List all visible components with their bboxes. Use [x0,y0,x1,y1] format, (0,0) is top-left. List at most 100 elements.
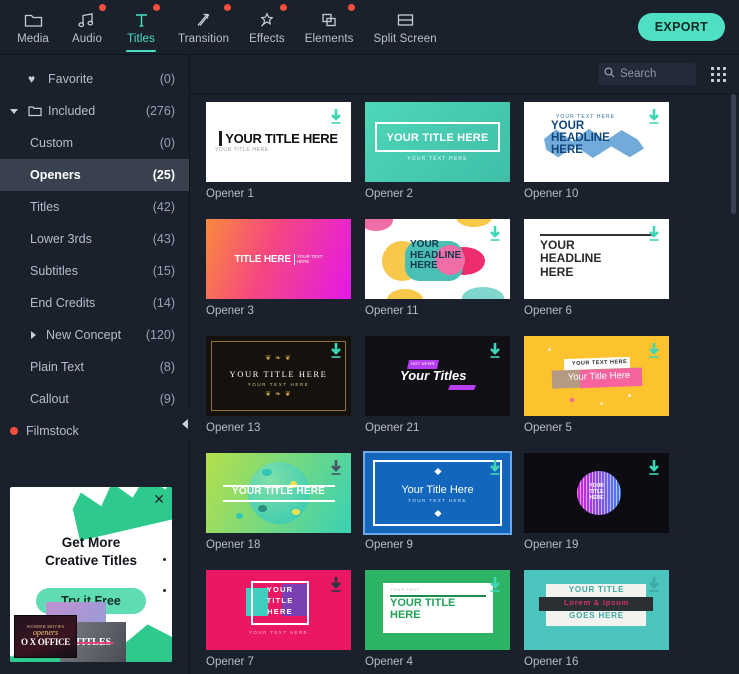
notification-badge-icon [348,4,356,11]
thumbnail[interactable]: YOUR TITLE HERE [524,453,669,533]
library-item[interactable]: YOUR TITLE HERE YOUR TEXT HERE Opener 7 [206,570,351,674]
sidebar-item-end-credits[interactable]: End Credits (14) [0,287,189,319]
thumbnail[interactable]: YOUR TITLE Lorem & Ipsum GOES HERE [524,570,669,650]
scrollbar-thumb[interactable] [731,94,736,214]
library-item[interactable]: YOUR TITLE HERE YOUR TEXT HERE Opener 2 [365,102,510,219]
thumb-subtitle: YOUR TEXT HERE [247,382,310,387]
toolbar-tab-media[interactable]: Media [6,2,60,52]
download-icon[interactable] [328,576,344,594]
promo-carousel-dots[interactable] [163,558,166,620]
toolbar-tab-effects[interactable]: Effects [239,2,295,52]
sidebar-item-label: Favorite [48,72,94,86]
toolbar-tab-elements[interactable]: Elements [295,2,364,52]
library-item[interactable]: HOT NEWS Your Titles Opener 21 [365,336,510,453]
item-caption: Opener 11 [365,305,419,317]
toolbar-tab-label: Effects [249,32,285,45]
thumb-subtitle: YOUR TEXT HERE [293,253,323,265]
sidebar-item-lower-3rds[interactable]: Lower 3rds (43) [0,223,189,255]
sidebar-item-label: New Concept [46,328,122,342]
download-icon[interactable] [646,459,662,477]
sidebar-item-favorite[interactable]: ♥ Favorite (0) [0,63,189,95]
download-icon[interactable] [487,459,503,477]
close-icon[interactable]: ✕ [153,492,165,506]
thumbnail[interactable]: YOUR TITLE HERE YOUR TEXT HERE [365,102,510,182]
collapse-panel-arrow[interactable] [179,411,190,437]
sidebar-item-count: (9) [159,392,175,406]
library-item[interactable]: YOUR HEADLINE HERE Opener 6 [524,219,669,336]
library-item[interactable]: YOUR TEXT HERE Your Title Here Opener 5 [524,336,669,453]
item-caption: Opener 21 [365,422,420,434]
download-icon[interactable] [646,576,662,594]
sidebar-item-plain-text[interactable]: Plain Text (8) [0,351,189,383]
chevron-right-icon[interactable] [10,331,40,339]
toolbar-tab-transition[interactable]: Transition [168,2,239,52]
sidebar-item-label: Custom [30,136,74,150]
chevron-down-icon[interactable] [10,108,28,114]
sidebar-item-label: Filmstock [26,424,79,438]
thumbnail[interactable]: ❦ ❧ ❦ ❦ ❧ ❦ YOUR TITLE HERE YOUR TEXT HE… [206,336,351,416]
toolbar-tab-label: Titles [127,32,155,45]
item-caption: Opener 2 [365,188,413,200]
sidebar-item-titles[interactable]: Titles (42) [0,191,189,223]
download-icon[interactable] [646,108,662,126]
thumbnail[interactable]: YOUR TITLE HERE [206,453,351,533]
search-input[interactable]: Search [598,63,696,85]
toolbar-tab-label: Elements [304,32,354,45]
download-icon[interactable] [487,576,503,594]
library-item[interactable]: YOUR TEXT HERE YOUR HEADLINE HERE Opener 1… [524,102,669,219]
download-icon[interactable] [487,225,503,243]
promo-thumb-1: WONDER MOVIES openers O X OFFICE [14,615,77,658]
library-item[interactable]: YOUR TITLE HERE Opener 19 [524,453,669,570]
sidebar-item-label: Openers [30,168,81,182]
item-caption: Opener 10 [524,188,579,200]
thumbnail[interactable]: YOUR TEXT HERE YOUR HEADLINE HERE [524,102,669,182]
sidebar-item-subtitles[interactable]: Subtitles (15) [0,255,189,287]
grid-view-icon[interactable] [708,64,729,85]
library-item-selected[interactable]: Your Title Here YOUR TEXT HERE Opener 9 [363,451,512,570]
library-item[interactable]: YOUR HEADLINE HERE Opener 11 [365,219,510,336]
download-icon[interactable] [646,225,662,243]
thumbnail[interactable]: YOUR TEXT YOUR TITLE HERE [365,570,510,650]
download-icon[interactable] [328,459,344,477]
sidebar-item-openers[interactable]: Openers (25) [0,159,189,191]
library-item[interactable]: YOUR TITLE HERE YOUR TITLE HERE Opener 1 [206,102,351,219]
export-button[interactable]: EXPORT [637,13,725,41]
library-item[interactable]: ❦ ❧ ❦ ❦ ❧ ❦ YOUR TITLE HERE YOUR TEXT HE… [206,336,351,453]
thumbnail[interactable]: YOUR TITLE HERE YOUR TITLE HERE [206,102,351,182]
promo-banner[interactable]: ✕ Get More Creative Titles Try it Free T… [10,487,172,662]
download-icon[interactable] [487,342,503,360]
thumbnail[interactable]: YOUR TITLE HERE YOUR TEXT HERE [206,570,351,650]
thumbnail[interactable]: YOUR TEXT HERE Your Title Here [524,336,669,416]
sidebar-item-callout[interactable]: Callout (9) [0,383,189,415]
search-icon [604,65,615,83]
sidebar-item-filmstock[interactable]: Filmstock [0,415,189,447]
download-icon[interactable] [646,342,662,360]
thumb-title: YOUR TITLE HERE [225,131,338,146]
toolbar-tab-titles[interactable]: Titles [114,2,168,52]
library-item[interactable]: TITLE HERE YOUR TEXT HERE Opener 3 [206,219,351,336]
library-item[interactable]: YOUR TITLE HERE Opener 18 [206,453,351,570]
sidebar-item-included[interactable]: Included (276) [0,95,189,127]
notification-badge-icon [279,4,287,11]
thumbnail[interactable]: Your Title Here YOUR TEXT HERE [363,451,512,535]
thumbnail-art-opener-3: TITLE HERE YOUR TEXT HERE [206,219,351,299]
library-grid-scroll[interactable]: YOUR TITLE HERE YOUR TITLE HERE Opener 1 [190,94,739,674]
sidebar-item-custom[interactable]: Custom (0) [0,127,189,159]
thumbnail[interactable]: TITLE HERE YOUR TEXT HERE [206,219,351,299]
thumbnail[interactable]: YOUR HEADLINE HERE [524,219,669,299]
library-item[interactable]: YOUR TEXT YOUR TITLE HERE Opener 4 [365,570,510,674]
download-icon[interactable] [328,108,344,126]
library-panel: Search YOUR TITLE HERE YOUR TITLE HERE O… [190,55,739,674]
download-icon[interactable] [328,342,344,360]
toolbar-tab-split-screen[interactable]: Split Screen [363,2,446,52]
thumbnail[interactable]: HOT NEWS Your Titles [365,336,510,416]
thumb-title: Your Title Here [401,484,474,496]
library-item[interactable]: YOUR TITLE Lorem & Ipsum GOES HERE Opene… [524,570,669,674]
item-caption: Opener 9 [365,539,413,551]
vertical-scrollbar[interactable] [731,94,736,674]
thumbnail[interactable]: YOUR HEADLINE HERE [365,219,510,299]
sidebar-item-count: (43) [152,232,175,246]
sidebar-item-new-concept[interactable]: New Concept (120) [0,319,189,351]
toolbar-tab-audio[interactable]: Audio [60,2,114,52]
item-caption: Opener 6 [524,305,572,317]
